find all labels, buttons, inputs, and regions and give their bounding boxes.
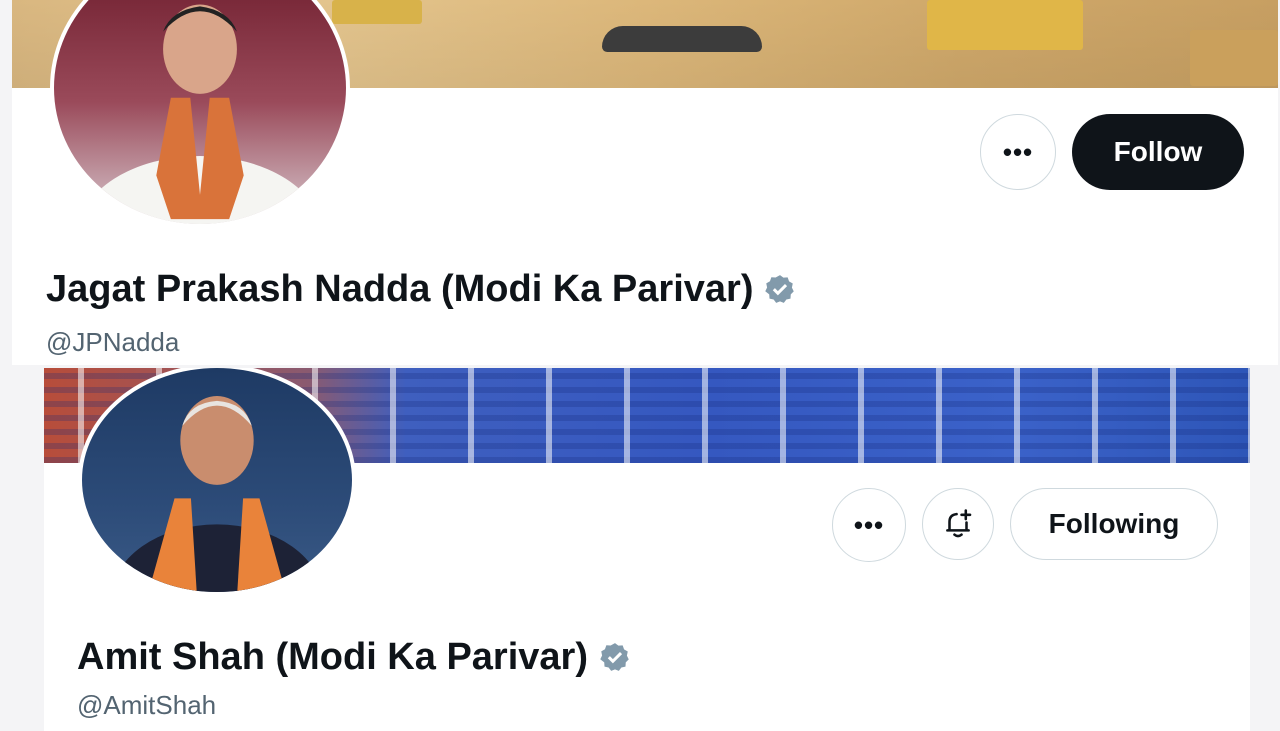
banner-microphone-base	[602, 26, 762, 52]
more-options-button[interactable]: •••	[980, 114, 1056, 190]
avatar-portrait-image	[111, 396, 323, 592]
profile-handle: @JPNadda	[46, 327, 180, 357]
avatar[interactable]	[78, 368, 356, 596]
profile-card-jpnadda: ••• Follow Jagat Prakash Nadda (Modi Ka …	[12, 0, 1278, 365]
profile-display-name: Jagat Prakash Nadda (Modi Ka Parivar)	[46, 268, 754, 310]
banner-desk-sign	[1190, 30, 1278, 86]
follow-button[interactable]: Follow	[1072, 114, 1244, 190]
profile-display-name: Amit Shah (Modi Ka Parivar)	[77, 636, 588, 678]
profile-handle: @AmitShah	[77, 690, 217, 720]
following-button[interactable]: Following	[1010, 488, 1218, 560]
avatar[interactable]	[50, 0, 350, 228]
avatar-portrait-image	[79, 4, 321, 224]
banner-desk-sign	[927, 0, 1083, 50]
profile-card-amitshah: ••• Following Amit Shah (Modi Ka Parivar…	[44, 368, 1250, 731]
more-icon: •••	[853, 509, 885, 540]
verified-badge-icon	[765, 274, 795, 303]
more-icon: •••	[1002, 136, 1034, 167]
bell-plus-icon	[946, 509, 972, 538]
notifications-button[interactable]	[922, 488, 994, 560]
more-options-button[interactable]: •••	[832, 488, 906, 562]
profile-name-row: Amit Shah (Modi Ka Parivar)	[77, 636, 632, 679]
profile-name-row: Jagat Prakash Nadda (Modi Ka Parivar)	[46, 268, 797, 311]
verified-badge-icon	[600, 642, 629, 671]
